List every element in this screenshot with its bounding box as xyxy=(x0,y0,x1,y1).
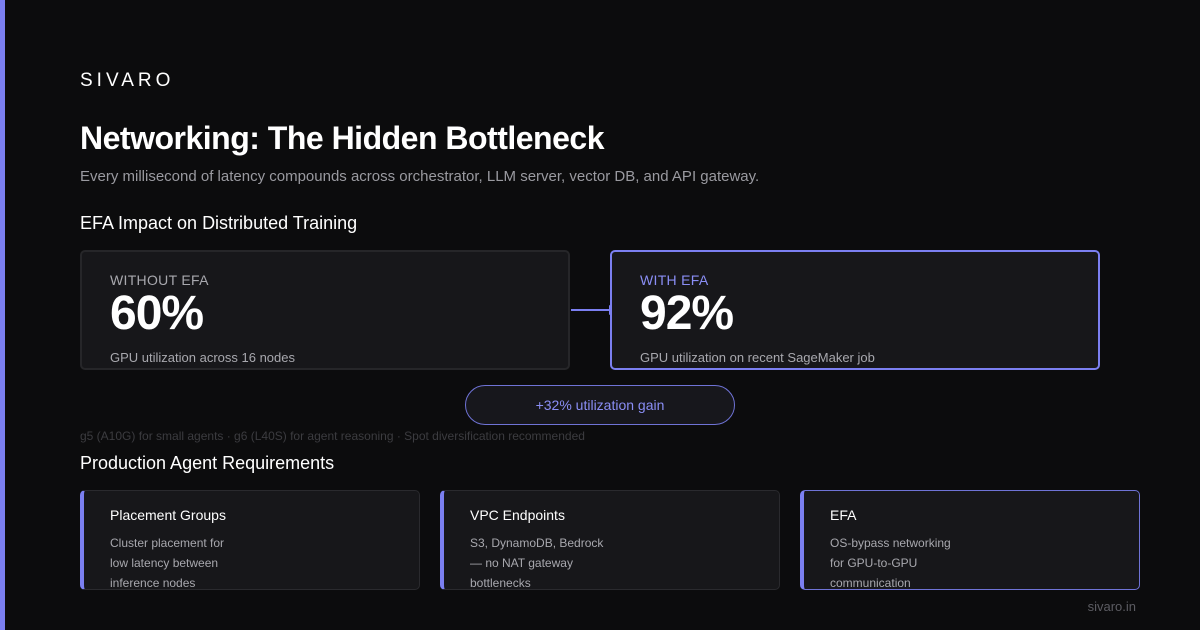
with-efa-description: GPU utilization on recent SageMaker job xyxy=(640,350,875,365)
with-efa-value: 92% xyxy=(640,287,734,340)
without-efa-description: GPU utilization across 16 nodes xyxy=(110,350,295,365)
page-title: Networking: The Hidden Bottleneck xyxy=(80,120,604,156)
with-efa-label: WITH EFA xyxy=(640,272,709,288)
brand-logo: SIVARO xyxy=(80,70,175,91)
requirement-card-placement-groups: Placement Groups Cluster placement for l… xyxy=(80,490,420,590)
requirement-card-efa: EFA OS-bypass networking for GPU-to-GPU … xyxy=(800,490,1140,590)
without-efa-value: 60% xyxy=(110,287,204,340)
requirement-card-vpc-endpoints: VPC Endpoints S3, DynamoDB, Bedrock — no… xyxy=(440,490,780,590)
requirement-description: Cluster placement for low latency betwee… xyxy=(110,536,225,590)
instance-note: g5 (A10G) for small agents · g6 (L40S) f… xyxy=(80,429,585,443)
requirements-section-heading: Production Agent Requirements xyxy=(80,453,335,473)
page-subtitle: Every millisecond of latency compounds a… xyxy=(80,168,760,185)
footer-url: sivaro.in xyxy=(1087,599,1136,614)
requirement-description: S3, DynamoDB, Bedrock — no NAT gateway b… xyxy=(470,536,604,590)
utilization-gain-badge: +32% utilization gain xyxy=(465,385,735,425)
without-efa-card: WITHOUT EFA 60% GPU utilization across 1… xyxy=(80,250,570,370)
requirement-title: EFA xyxy=(830,507,857,523)
arrow-connector xyxy=(571,309,611,311)
with-efa-card: WITH EFA 92% GPU utilization on recent S… xyxy=(610,250,1100,370)
requirement-description: OS-bypass networking for GPU-to-GPU comm… xyxy=(830,536,951,590)
efa-section-heading: EFA Impact on Distributed Training xyxy=(80,213,358,233)
requirement-title: VPC Endpoints xyxy=(470,507,565,523)
left-accent-bar xyxy=(0,0,5,630)
requirement-title: Placement Groups xyxy=(110,507,226,523)
without-efa-label: WITHOUT EFA xyxy=(110,272,209,288)
